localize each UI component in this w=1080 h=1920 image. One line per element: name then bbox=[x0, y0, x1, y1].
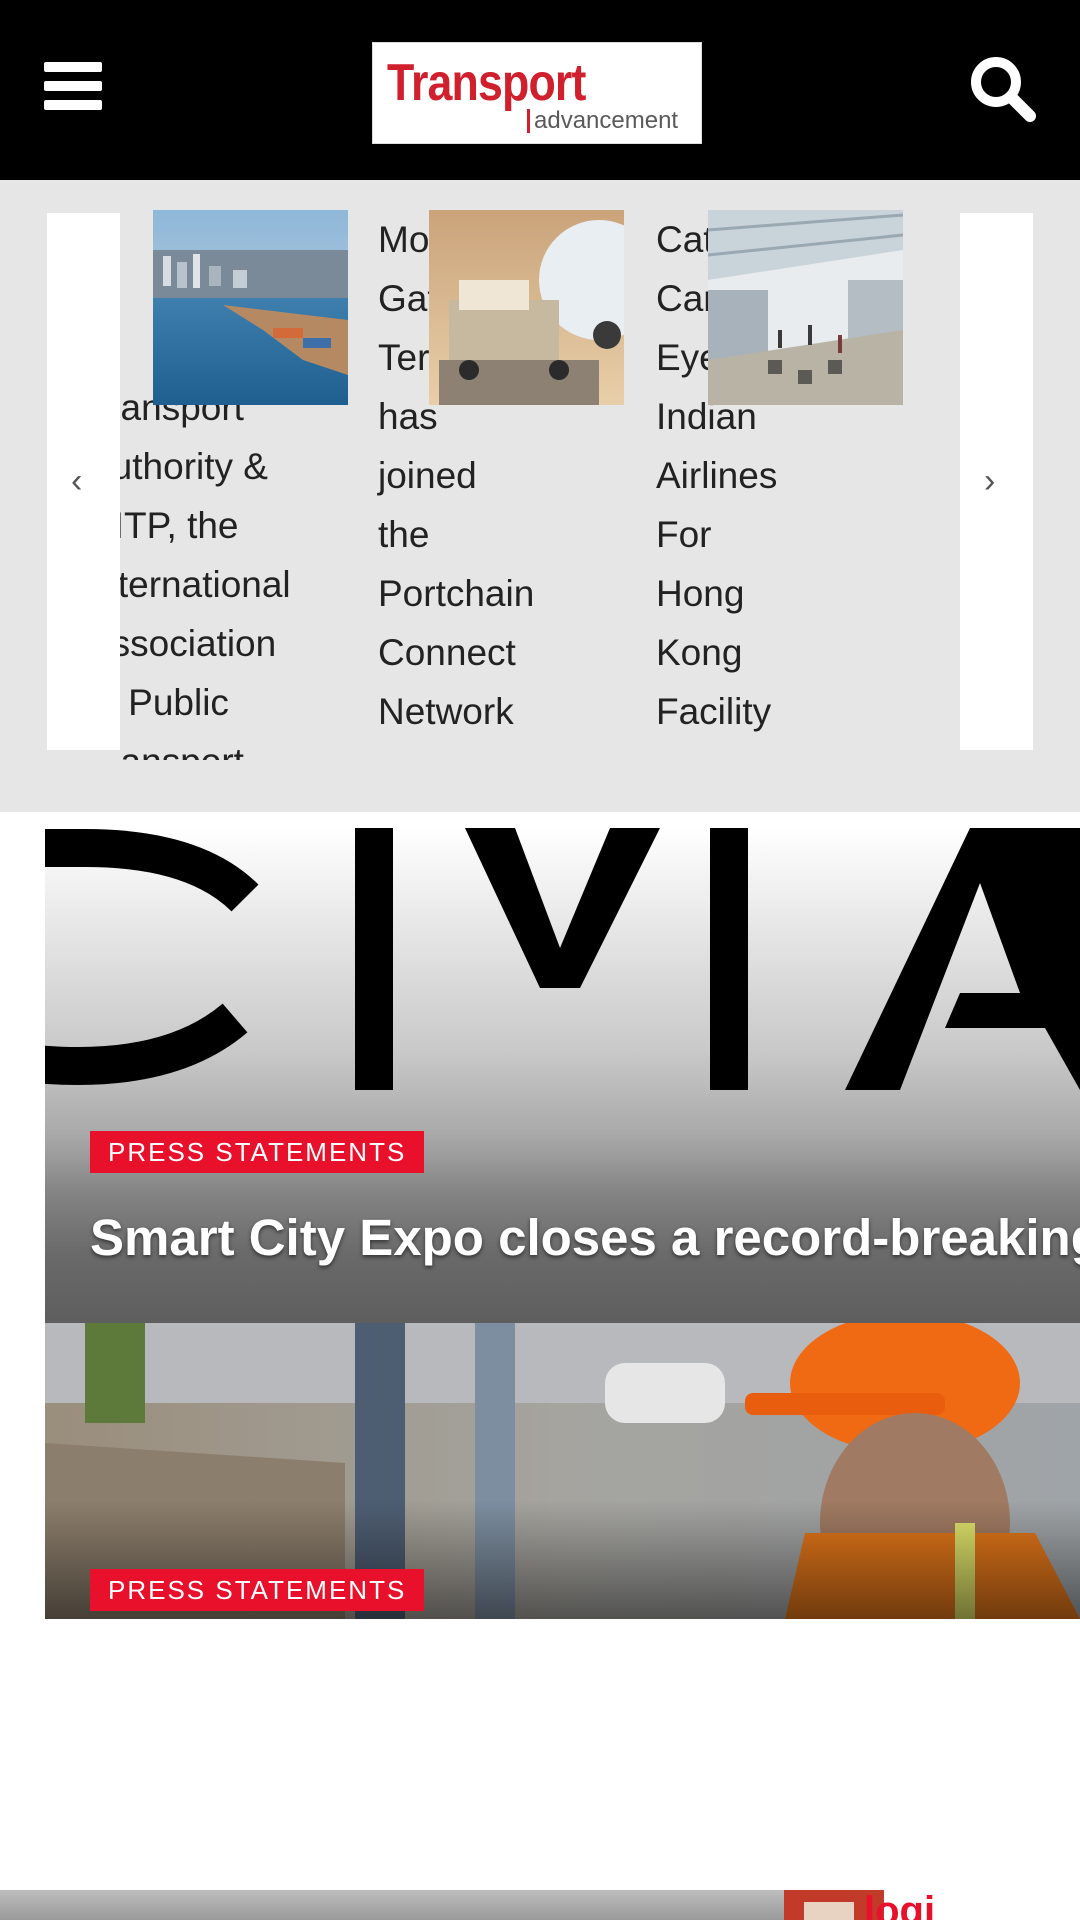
menu-bar-bottom bbox=[44, 100, 102, 110]
featured-article-card[interactable]: PRESS STATEMENTS bbox=[45, 1323, 1080, 1619]
carousel-next-button[interactable]: › bbox=[960, 213, 1033, 750]
search-icon[interactable] bbox=[968, 54, 1038, 124]
carousel-track: Transport Authority & UITP, the Internat… bbox=[120, 200, 960, 760]
chevron-right-icon: › bbox=[984, 462, 996, 500]
featured-article-card[interactable]: PRESS STATEMENTS Smart City Expo closes … bbox=[45, 828, 1080, 1323]
menu-bar-middle bbox=[44, 81, 102, 91]
site-logo[interactable]: Transport advancement bbox=[372, 42, 702, 144]
carousel-slide-image[interactable] bbox=[429, 210, 624, 405]
news-carousel: ‹ Transport Authority & UITP, the Intern… bbox=[0, 180, 1080, 812]
carousel-slide-image[interactable] bbox=[708, 210, 903, 405]
carousel-slide-title[interactable]: Transport Authority & UITP, the Internat… bbox=[120, 378, 291, 760]
logo-wordmark: Transport bbox=[387, 54, 586, 112]
category-badge[interactable]: PRESS STATEMENTS bbox=[90, 1569, 425, 1611]
article-title[interactable]: Smart City Expo closes a record-breaking bbox=[90, 1208, 1080, 1267]
chevron-left-icon: ‹ bbox=[71, 462, 83, 500]
logo-subtitle: advancement bbox=[527, 109, 678, 133]
article-hero-image bbox=[45, 828, 1080, 1090]
carousel-slide-image[interactable] bbox=[153, 210, 348, 405]
menu-bar-top bbox=[44, 62, 102, 72]
category-badge[interactable]: PRESS STATEMENTS bbox=[90, 1131, 425, 1173]
carousel-prev-button[interactable]: ‹ bbox=[47, 213, 120, 750]
hamburger-menu-icon[interactable] bbox=[44, 62, 102, 110]
next-section-peek[interactable]: logi bbox=[784, 1890, 1080, 1920]
site-header: Transport advancement bbox=[0, 0, 1080, 180]
peek-headline: logi bbox=[864, 1890, 936, 1920]
